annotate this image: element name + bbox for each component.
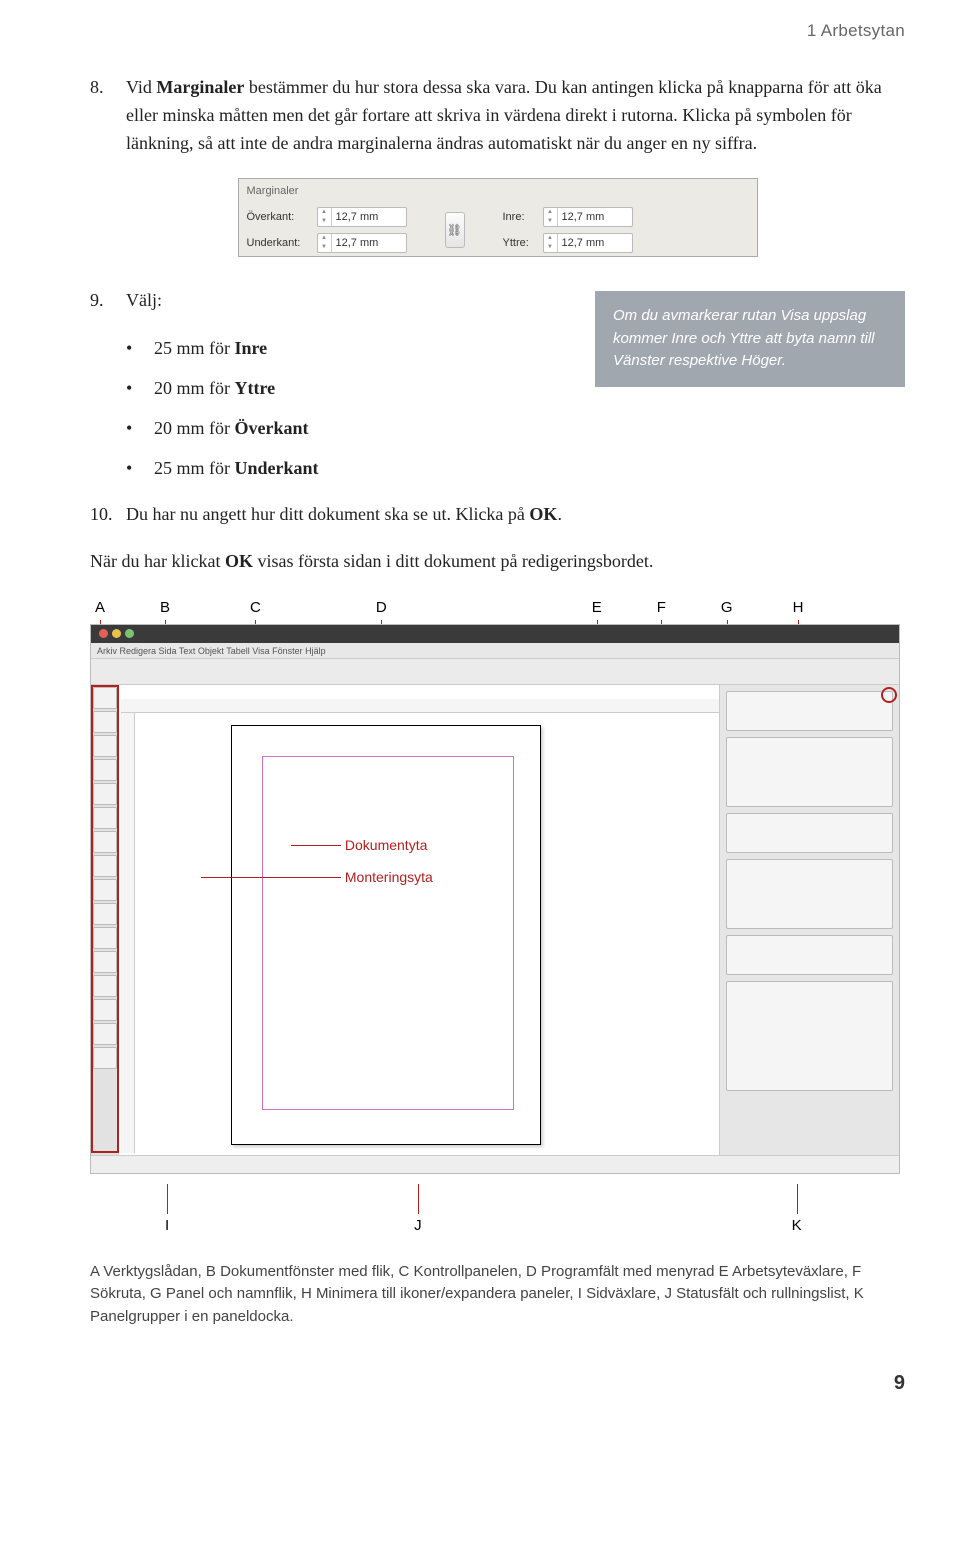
label-d: D: [376, 596, 387, 619]
text: 25 mm för: [154, 338, 235, 358]
callout-outline-h: [881, 687, 897, 703]
step-number: 8.: [90, 74, 126, 158]
label-a: A: [95, 596, 105, 619]
page-number: 9: [90, 1368, 905, 1399]
stepper-icon[interactable]: ▲▼: [318, 208, 332, 226]
panel-group[interactable]: [726, 813, 893, 853]
text-bold: Överkant: [235, 418, 309, 438]
link-icon[interactable]: ⛓: [445, 212, 465, 248]
note-box: Om du avmarkerar rutan Visa uppslag komm…: [595, 291, 905, 387]
text: .: [557, 504, 562, 524]
value-yttre: 12,7 mm: [558, 235, 632, 252]
text: 25 mm för: [154, 458, 235, 478]
diagram-labels-top: A B C D E F G H: [90, 596, 905, 619]
label-yttre: Yttre:: [503, 235, 543, 252]
value-underkant: 12,7 mm: [332, 235, 406, 252]
text: 20 mm för: [154, 418, 235, 438]
pasteboard[interactable]: [141, 717, 714, 1151]
label-inre: Inre:: [503, 209, 543, 226]
panel-group[interactable]: [726, 691, 893, 731]
margins-panel: Marginaler Överkant: ▲▼ 12,7 mm Underkan…: [238, 178, 758, 257]
label-i: I: [165, 1214, 169, 1237]
field-inre[interactable]: ▲▼ 12,7 mm: [543, 207, 633, 227]
list-item: 20 mm för Yttre: [126, 375, 555, 403]
paragraph: När du har klickat OK visas första sidan…: [90, 548, 905, 576]
field-overkant[interactable]: ▲▼ 12,7 mm: [317, 207, 407, 227]
text: Vid: [126, 77, 156, 97]
section-header: 1 Arbetsytan: [90, 0, 905, 74]
callout-outline-a: [91, 685, 119, 1153]
margin-guides: [262, 756, 514, 1110]
callout-monteringsyta: Monteringsyta: [351, 867, 439, 889]
zoom-icon[interactable]: [125, 629, 134, 638]
text-bold: Yttre: [235, 378, 276, 398]
text-bold: OK: [529, 504, 557, 524]
text: visas första sidan i ditt dokument på re…: [253, 551, 653, 571]
panel-title: Marginaler: [239, 179, 757, 204]
text-bold: OK: [225, 551, 253, 571]
stepper-icon[interactable]: ▲▼: [544, 234, 558, 252]
panel-group[interactable]: [726, 737, 893, 807]
label-j: J: [414, 1214, 422, 1237]
close-icon[interactable]: [99, 629, 108, 638]
list-item: 25 mm för Inre: [126, 335, 555, 363]
label-k: K: [792, 1214, 802, 1237]
step-number: 10.: [90, 501, 126, 529]
window-titlebar: [91, 625, 899, 643]
document-page[interactable]: [231, 725, 541, 1145]
bullet-list: 25 mm för Inre 20 mm för Yttre 20 mm för…: [90, 335, 555, 483]
panel-group[interactable]: [726, 859, 893, 929]
step-9: 9. Välj:: [90, 287, 555, 315]
text-bold: Underkant: [235, 458, 319, 478]
label-overkant: Överkant:: [247, 209, 317, 226]
label-g: G: [721, 596, 733, 619]
step-number: 9.: [90, 287, 126, 315]
label-e: E: [592, 596, 602, 619]
callout-label: Monteringsyta: [345, 869, 433, 885]
text: 20 mm för: [154, 378, 235, 398]
field-underkant[interactable]: ▲▼ 12,7 mm: [317, 233, 407, 253]
text: Du har nu angett hur ditt dokument ska s…: [126, 504, 529, 524]
list-item: 20 mm för Överkant: [126, 415, 555, 443]
value-inre: 12,7 mm: [558, 209, 632, 226]
callout-label: Dokumentyta: [345, 837, 427, 853]
list-item: 25 mm för Underkant: [126, 455, 555, 483]
step-10: 10. Du har nu angett hur ditt dokument s…: [90, 501, 905, 529]
text-bold: Marginaler: [156, 77, 244, 97]
ruler-horizontal[interactable]: [121, 699, 719, 713]
step-9-row: 9. Välj: 25 mm för Inre 20 mm för Yttre …: [90, 287, 905, 500]
label-f: F: [657, 596, 666, 619]
control-panel-bar[interactable]: [91, 659, 899, 685]
step-body: Välj:: [126, 287, 555, 315]
field-yttre[interactable]: ▲▼ 12,7 mm: [543, 233, 633, 253]
panel-group[interactable]: [726, 981, 893, 1091]
panel-dock[interactable]: [719, 685, 899, 1155]
label-c: C: [250, 596, 261, 619]
step-8: 8. Vid Marginaler bestämmer du hur stora…: [90, 74, 905, 158]
value-overkant: 12,7 mm: [332, 209, 406, 226]
menubar[interactable]: Arkiv Redigera Sida Text Objekt Tabell V…: [91, 643, 899, 659]
label-underkant: Underkant:: [247, 235, 317, 252]
label-h: H: [793, 596, 804, 619]
step-body: Vid Marginaler bestämmer du hur stora de…: [126, 74, 905, 158]
label-b: B: [160, 596, 170, 619]
text-bold: Inre: [235, 338, 268, 358]
text: När du har klickat: [90, 551, 225, 571]
callout-dokumentyta: Dokumentyta: [351, 835, 433, 857]
status-bar[interactable]: [91, 1155, 899, 1173]
app-window: Arkiv Redigera Sida Text Objekt Tabell V…: [90, 624, 900, 1174]
stepper-icon[interactable]: ▲▼: [318, 234, 332, 252]
minimize-icon[interactable]: [112, 629, 121, 638]
diagram-caption: A Verktygslådan, B Dokumentfönster med f…: [90, 1261, 905, 1329]
ruler-vertical[interactable]: [121, 713, 135, 1153]
stepper-icon[interactable]: ▲▼: [544, 208, 558, 226]
workspace-diagram: A B C D E F G H Arkiv Redigera Sida Text…: [90, 596, 905, 1237]
diagram-labels-bottom: I J K: [90, 1214, 905, 1237]
step-body: Du har nu angett hur ditt dokument ska s…: [126, 501, 905, 529]
panel-group[interactable]: [726, 935, 893, 975]
